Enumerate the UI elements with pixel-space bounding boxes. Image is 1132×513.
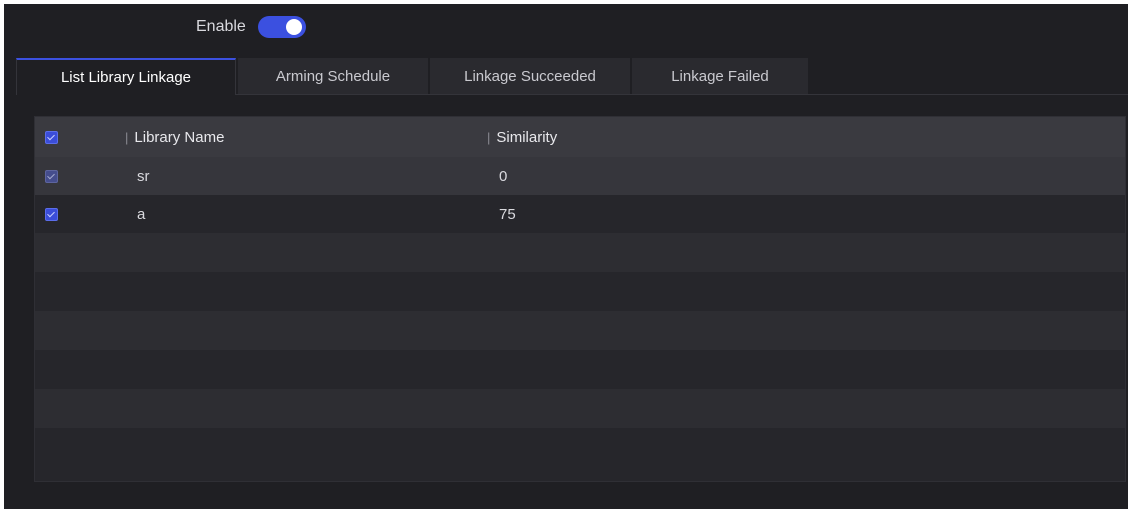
empty-row xyxy=(35,350,1125,389)
library-name-cell: a xyxy=(137,205,146,223)
row-checkbox-icon[interactable] xyxy=(45,169,58,183)
table-header-row: | Library Name | Similarity xyxy=(35,117,1125,157)
enable-label: Enable xyxy=(196,18,246,35)
tab-linkage-succeeded[interactable]: Linkage Succeeded xyxy=(430,58,630,94)
empty-row xyxy=(35,272,1125,311)
library-table: | Library Name | Similarity sr 0 a 75 xyxy=(34,116,1126,482)
tab-list-library-linkage[interactable]: List Library Linkage xyxy=(16,58,236,95)
column-header-label: Similarity xyxy=(496,128,558,146)
row-check-cell xyxy=(45,169,63,183)
select-all-checkbox-icon[interactable] xyxy=(45,130,58,144)
row-checkbox-icon[interactable] xyxy=(45,207,58,221)
similarity-cell: 75 xyxy=(499,205,516,223)
linkage-panel: Enable List Library Linkage Arming Sched… xyxy=(4,4,1128,509)
row-check-cell xyxy=(45,207,63,221)
column-separator: | xyxy=(125,129,129,145)
empty-row xyxy=(35,428,1125,467)
header-check-cell xyxy=(45,130,63,144)
table-row[interactable]: sr 0 xyxy=(35,157,1125,195)
toggle-knob-icon xyxy=(285,19,302,35)
column-header-label: Library Name xyxy=(134,128,225,146)
tab-linkage-failed[interactable]: Linkage Failed xyxy=(632,58,808,94)
tab-bar: List Library Linkage Arming Schedule Lin… xyxy=(16,58,1128,95)
column-header-library-name[interactable]: | Library Name xyxy=(125,129,224,146)
empty-row xyxy=(35,233,1125,272)
column-separator: | xyxy=(487,129,491,145)
table-row[interactable]: a 75 xyxy=(35,195,1125,233)
enable-row: Enable xyxy=(196,12,306,42)
enable-toggle[interactable] xyxy=(257,16,306,38)
similarity-cell: 0 xyxy=(499,167,508,185)
library-name-cell: sr xyxy=(137,167,150,185)
empty-row xyxy=(35,389,1125,428)
tab-arming-schedule[interactable]: Arming Schedule xyxy=(238,58,428,94)
column-header-similarity[interactable]: | Similarity xyxy=(487,129,557,146)
empty-row xyxy=(35,311,1125,350)
